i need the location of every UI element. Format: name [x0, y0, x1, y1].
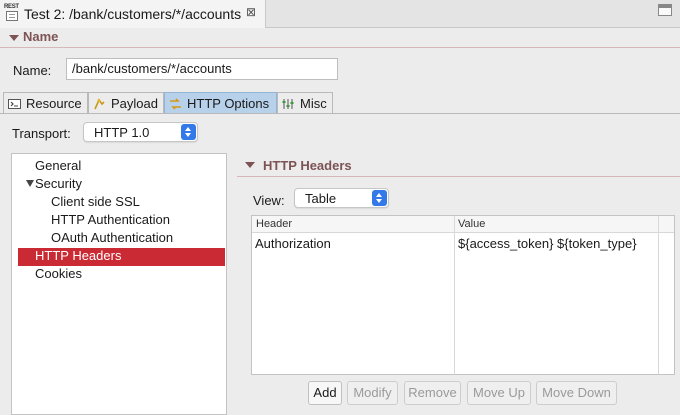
- payload-icon: [94, 98, 105, 110]
- editor-tab[interactable]: REST Test 2: /bank/customers/*/accounts …: [0, 0, 266, 28]
- remove-button[interactable]: Remove: [404, 381, 461, 405]
- add-button[interactable]: Add: [308, 381, 342, 405]
- name-section-collapse-icon[interactable]: [9, 35, 19, 41]
- misc-icon: [282, 99, 294, 109]
- close-icon[interactable]: ⊠: [246, 5, 256, 19]
- tree-item-general[interactable]: General: [35, 158, 81, 176]
- tab-resource[interactable]: Resource: [3, 92, 88, 114]
- view-label: View:: [253, 193, 285, 208]
- transport-label: Transport:: [12, 126, 71, 141]
- transport-select[interactable]: HTTP 1.0: [83, 122, 198, 142]
- view-select[interactable]: Table: [294, 188, 389, 208]
- tab-misc-label: Misc: [300, 96, 327, 111]
- tree-item-cookies[interactable]: Cookies: [35, 266, 82, 284]
- table-header-row: Header Value: [252, 216, 674, 233]
- tab-http-options[interactable]: HTTP Options: [164, 92, 277, 114]
- modify-button[interactable]: Modify: [347, 381, 398, 405]
- transport-select-value: HTTP 1.0: [94, 125, 150, 140]
- tree-item-oauth-authentication[interactable]: OAuth Authentication: [51, 230, 173, 248]
- tab-payload[interactable]: Payload: [88, 92, 164, 114]
- tab-http-options-label: HTTP Options: [187, 96, 270, 111]
- name-section-divider: [0, 47, 680, 48]
- name-field[interactable]: /bank/customers/*/accounts: [66, 58, 338, 80]
- tab-misc[interactable]: Misc: [277, 92, 333, 114]
- table-cell-value: ${access_token} ${token_type}: [458, 236, 637, 251]
- headers-table: Header Value Authorization ${access_toke…: [251, 215, 675, 375]
- rest-document-icon: REST: [4, 4, 20, 22]
- headers-section-divider: [237, 176, 680, 177]
- resource-icon: [8, 99, 21, 109]
- move-up-button[interactable]: Move Up: [467, 381, 531, 405]
- editor-tab-title: Test 2: /bank/customers/*/accounts: [24, 6, 242, 22]
- tab-payload-label: Payload: [111, 96, 158, 111]
- name-section-title: Name: [23, 29, 59, 44]
- tree-item-http-authentication[interactable]: HTTP Authentication: [51, 212, 170, 230]
- select-arrows-icon: [181, 124, 196, 140]
- table-cell-header: Authorization: [255, 236, 331, 251]
- column-header-header[interactable]: Header: [256, 218, 292, 230]
- table-row[interactable]: Authorization ${access_token} ${token_ty…: [252, 234, 674, 254]
- tree-item-client-side-ssl[interactable]: Client side SSL: [51, 194, 140, 212]
- select-arrows-icon: [372, 190, 387, 206]
- name-label: Name:: [13, 63, 52, 78]
- category-tree: General Security Client side SSL HTTP Au…: [11, 153, 227, 415]
- column-header-value[interactable]: Value: [458, 218, 485, 230]
- tab-resource-label: Resource: [26, 96, 82, 111]
- view-select-value: Table: [305, 191, 337, 206]
- http-options-icon: [170, 98, 181, 110]
- tree-item-http-headers[interactable]: HTTP Headers: [18, 248, 225, 266]
- move-down-button[interactable]: Move Down: [536, 381, 617, 405]
- http-headers-section-title: HTTP Headers: [263, 158, 352, 173]
- tree-item-security[interactable]: Security: [35, 176, 82, 194]
- maximize-icon[interactable]: [658, 4, 672, 16]
- tree-expand-icon[interactable]: [26, 180, 34, 187]
- headers-section-collapse-icon[interactable]: [245, 162, 255, 168]
